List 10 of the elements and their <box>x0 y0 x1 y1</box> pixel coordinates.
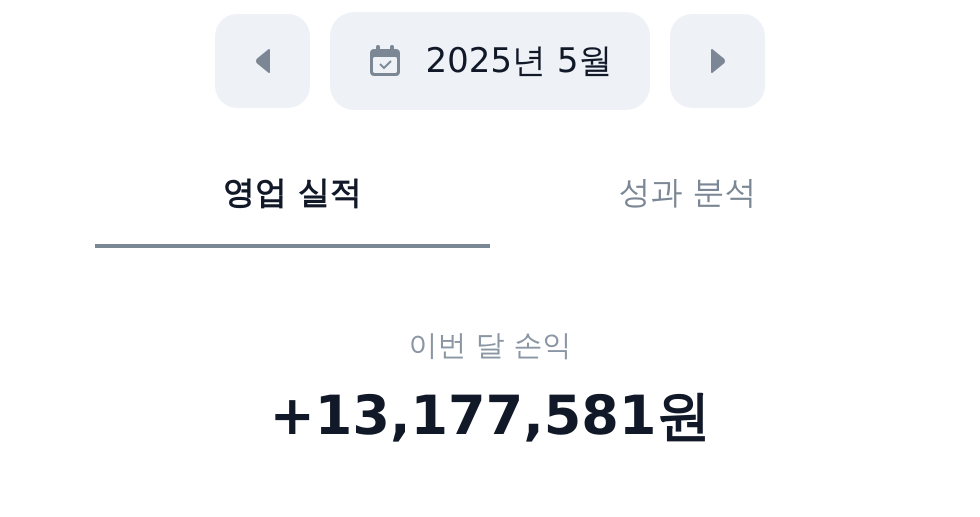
right-triangle-icon <box>710 48 726 74</box>
summary-label: 이번 달 손익 <box>408 327 572 364</box>
tab[interactable]: 성과 분석 <box>490 150 885 248</box>
calendar-icon <box>368 44 402 78</box>
left-triangle-icon <box>254 48 270 74</box>
profit-amount: +13,177,581원 <box>270 383 710 449</box>
previous-month-button[interactable] <box>215 14 310 108</box>
month-picker-button[interactable]: 2025년 5월 <box>330 12 650 110</box>
tab[interactable]: 영업 실적 <box>95 150 490 248</box>
next-month-button[interactable] <box>670 14 765 108</box>
